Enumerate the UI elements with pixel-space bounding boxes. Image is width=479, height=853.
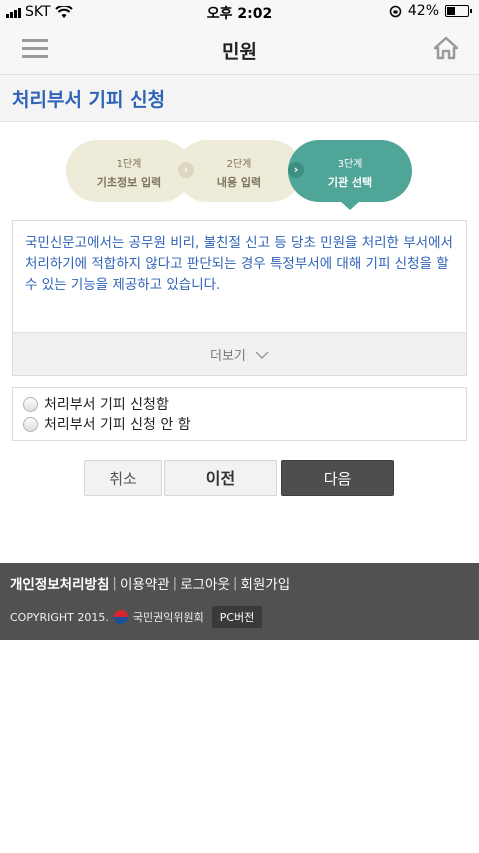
- info-text: 국민신문고에서는 공무원 비리, 불친절 신고 등 당초 민원을 처리한 부서에…: [25, 235, 453, 293]
- page-title: 처리부서 기피 신청: [12, 89, 166, 111]
- step-2: 2단계 내용 입력: [176, 140, 302, 202]
- info-box: 국민신문고에서는 공무원 비리, 불친절 신고 등 당초 민원을 처리한 부서에…: [12, 220, 467, 376]
- terms-link[interactable]: 이용약관: [120, 573, 170, 593]
- pc-version-button[interactable]: PC버전: [211, 606, 263, 628]
- step-2-label: 내용 입력: [216, 176, 262, 189]
- home-icon[interactable]: [433, 36, 459, 60]
- battery-icon: [445, 5, 472, 17]
- more-label: 더보기: [210, 349, 246, 364]
- app-header: 민원: [0, 24, 479, 75]
- option-request-label: 처리부서 기피 신청함: [44, 397, 169, 413]
- orientation-lock-icon: [389, 5, 402, 17]
- step-indicator: 1단계 기초정보 입력 2단계 내용 입력 3단계 기관 선택 › ›: [66, 140, 416, 210]
- radio-no-request[interactable]: [23, 416, 38, 432]
- step-1-label: 기초정보 입력: [96, 176, 162, 189]
- status-right: 42%: [389, 3, 472, 19]
- step-2-number: 2단계: [226, 159, 252, 170]
- active-step-pointer: [340, 201, 360, 210]
- step-3-number: 3단계: [337, 159, 363, 170]
- page-title-bar: 처리부서 기피 신청: [0, 75, 479, 122]
- footer-links: 개인정보처리방침 | 이용약관 | 로그아웃 | 회원가입: [10, 573, 291, 593]
- step-3: 3단계 기관 선택: [288, 140, 412, 202]
- option-no-request[interactable]: 처리부서 기피 신청 안 함: [23, 414, 191, 434]
- signup-link[interactable]: 회원가입: [240, 573, 290, 593]
- copyright-text: COPYRIGHT 2015.: [10, 610, 109, 624]
- chevron-right-icon: ›: [178, 162, 194, 178]
- prev-button[interactable]: 이전: [164, 460, 277, 496]
- org-name: 국민권익위원회: [132, 611, 204, 624]
- taegeuk-icon: [113, 610, 128, 624]
- step-1-number: 1단계: [116, 159, 142, 170]
- avoidance-options: 처리부서 기피 신청함 처리부서 기피 신청 안 함: [12, 387, 467, 441]
- cancel-button[interactable]: 취소: [84, 460, 162, 496]
- option-request[interactable]: 처리부서 기피 신청함: [23, 394, 169, 414]
- battery-percent: 42%: [407, 3, 439, 19]
- privacy-policy-link[interactable]: 개인정보처리방침: [10, 573, 109, 593]
- status-bar: SKT 오후 2:02 42%: [0, 0, 479, 24]
- step-3-label: 기관 선택: [327, 176, 373, 189]
- chevron-down-icon: [255, 351, 269, 360]
- chevron-right-icon: ›: [288, 162, 304, 178]
- header-title: 민원: [222, 41, 257, 63]
- option-no-request-label: 처리부서 기피 신청 안 함: [44, 417, 191, 433]
- copyright: COPYRIGHT 2015. 국민권익위원회 PC버전: [10, 606, 263, 628]
- step-1: 1단계 기초정보 입력: [66, 140, 192, 202]
- footer: 개인정보처리방침 | 이용약관 | 로그아웃 | 회원가입 COPYRIGHT …: [0, 563, 479, 640]
- radio-request[interactable]: [23, 396, 38, 412]
- logout-link[interactable]: 로그아웃: [180, 573, 230, 593]
- next-button[interactable]: 다음: [281, 460, 394, 496]
- more-button[interactable]: 더보기: [13, 332, 466, 375]
